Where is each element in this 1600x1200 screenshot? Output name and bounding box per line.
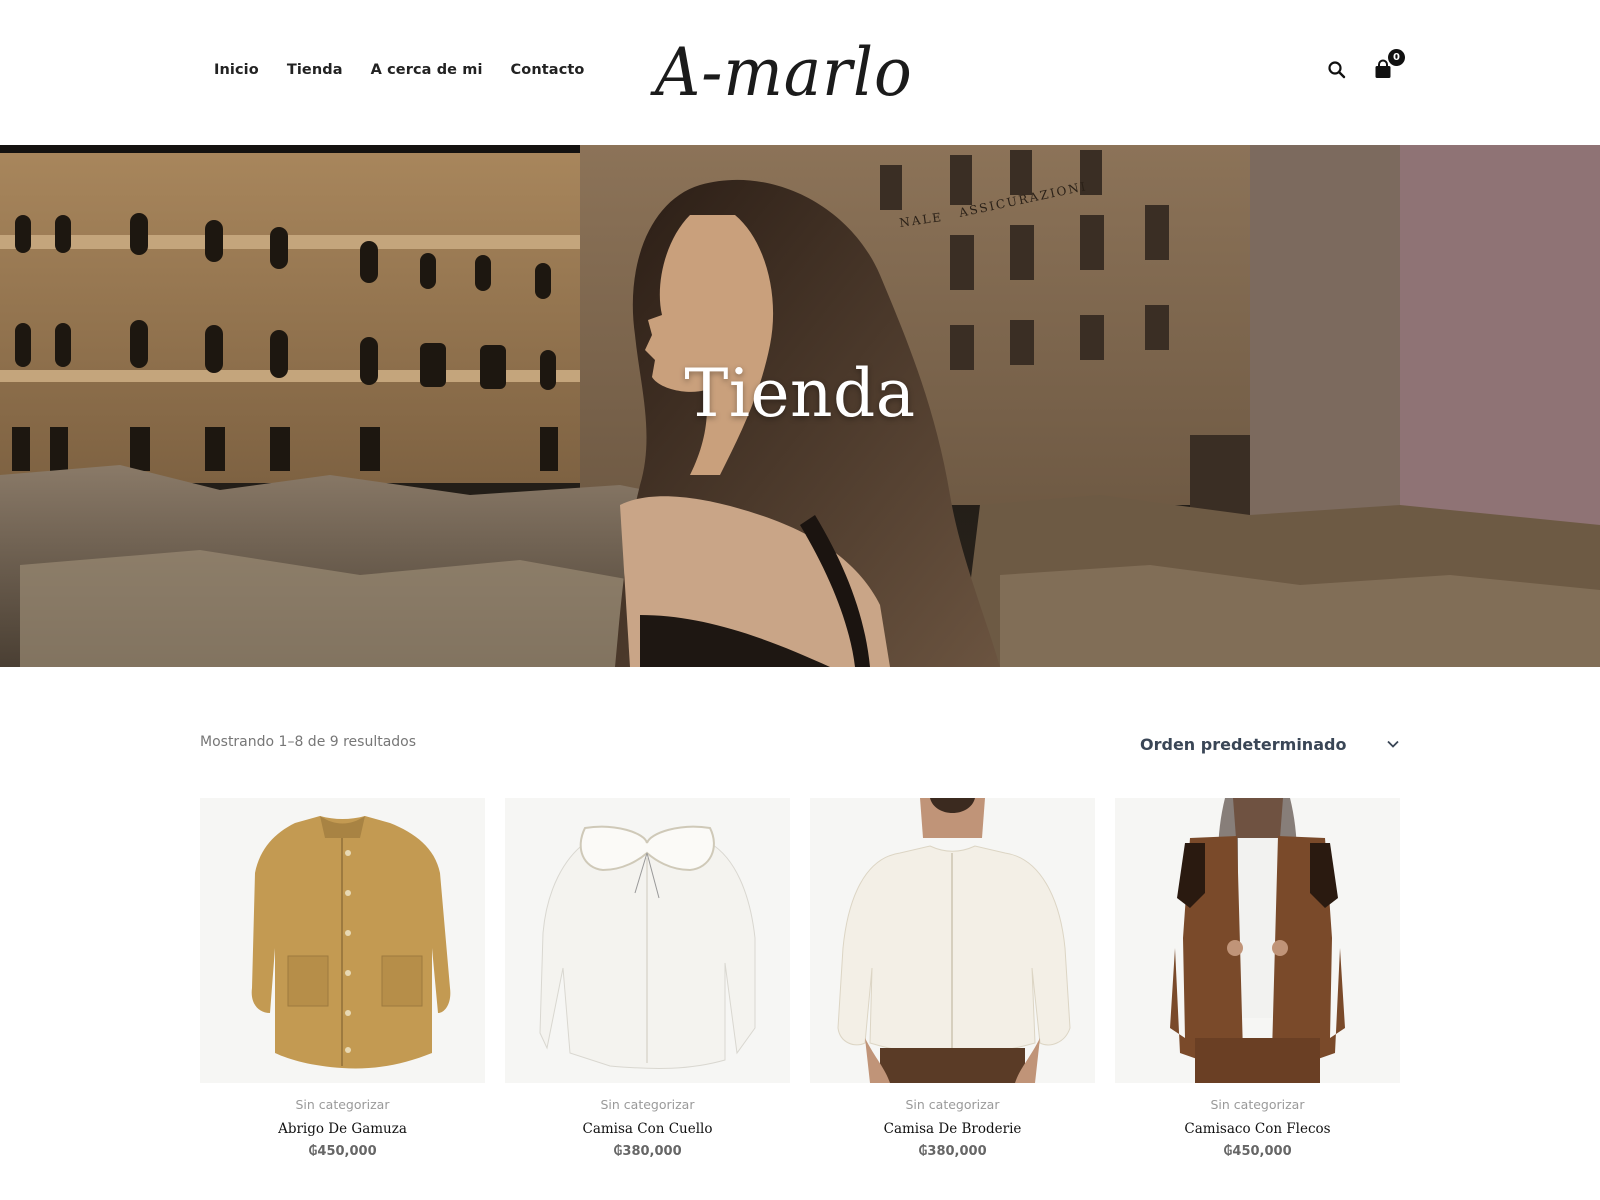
product-image[interactable] (1115, 798, 1400, 1083)
product-name[interactable]: Camisaco Con Flecos (1115, 1121, 1400, 1137)
search-icon[interactable] (1325, 58, 1349, 82)
chevron-down-icon (1387, 740, 1399, 748)
product-grid: Sin categorizar Abrigo De Gamuza ₲450,00… (200, 798, 1400, 1159)
product-category[interactable]: Sin categorizar (1115, 1097, 1400, 1112)
product-category[interactable]: Sin categorizar (505, 1097, 790, 1112)
product-price: ₲450,000 (308, 1144, 377, 1159)
product-name[interactable]: Camisa De Broderie (810, 1121, 1095, 1137)
product-card[interactable]: Sin categorizar Abrigo De Gamuza ₲450,00… (200, 798, 485, 1159)
product-image[interactable] (810, 798, 1095, 1083)
shopping-bag-icon[interactable]: 0 (1371, 49, 1405, 82)
product-price: ₲380,000 (918, 1144, 987, 1159)
site-header: Inicio Tienda A cerca de mi Contacto A-m… (0, 0, 1600, 145)
cart-count-badge: 0 (1388, 49, 1405, 66)
product-card[interactable]: Sin categorizar Camisa Con Cuello ₲380,0… (505, 798, 790, 1159)
logo-text: A-marlo (655, 34, 913, 111)
product-image[interactable] (505, 798, 790, 1083)
site-logo[interactable]: A-marlo (655, 28, 945, 118)
product-price: ₲380,000 (613, 1144, 682, 1159)
results-count: Mostrando 1–8 de 9 resultados (200, 734, 417, 750)
sort-selected-label: Orden predeterminado (1140, 734, 1347, 754)
header-icons: 0 (1325, 49, 1405, 82)
product-card[interactable]: Sin categorizar Camisa De Broderie ₲380,… (810, 798, 1095, 1159)
product-image[interactable] (200, 798, 485, 1083)
product-category[interactable]: Sin categorizar (200, 1097, 485, 1112)
hero-banner: ASSICURAZIONI NALE Tienda (0, 145, 1600, 667)
product-price: ₲450,000 (1223, 1144, 1292, 1159)
product-card[interactable]: Sin categorizar Camisaco Con Flecos ₲450… (1115, 798, 1400, 1159)
nav-contacto[interactable]: Contacto (511, 62, 585, 78)
nav-tienda[interactable]: Tienda (287, 62, 343, 78)
sort-select[interactable]: Orden predeterminado (1140, 730, 1400, 758)
nav-inicio[interactable]: Inicio (214, 62, 259, 78)
product-name[interactable]: Camisa Con Cuello (505, 1121, 790, 1137)
product-name[interactable]: Abrigo De Gamuza (200, 1121, 485, 1137)
product-category[interactable]: Sin categorizar (810, 1097, 1095, 1112)
main-nav: Inicio Tienda A cerca de mi Contacto (214, 62, 584, 78)
nav-a-cerca-de-mi[interactable]: A cerca de mi (371, 62, 483, 78)
page-title: Tienda (684, 355, 916, 432)
